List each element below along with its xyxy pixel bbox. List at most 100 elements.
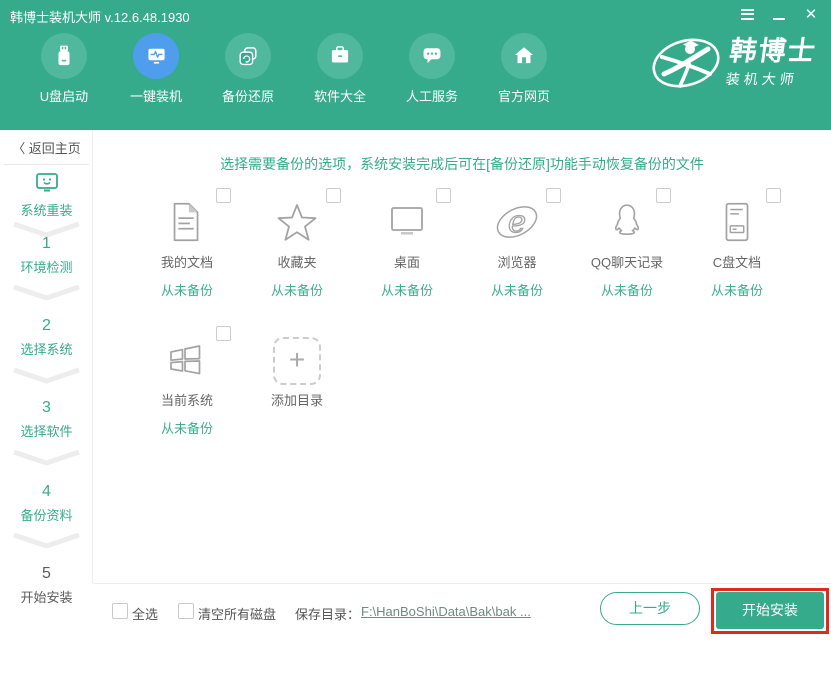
nav-item-customer-service[interactable]: 人工服务	[386, 33, 478, 105]
windows-icon	[137, 335, 237, 385]
backup-item-label: 浏览器	[467, 252, 567, 271]
backup-item-c-drive-docs[interactable]: C盘文档 从未备份	[687, 188, 787, 299]
step-label: 开始安装	[0, 587, 93, 606]
backup-item-current-system[interactable]: 当前系统 从未备份	[137, 326, 237, 437]
back-to-home-link[interactable]: 〈 返回主页	[0, 138, 93, 157]
chevron-down-icon	[11, 533, 82, 549]
sidebar-item-label: 系统重装	[0, 200, 93, 219]
sidebar-step-4-backup-data[interactable]: 4 备份资料	[0, 482, 93, 524]
step-label: 选择软件	[0, 421, 93, 440]
software-library-icon	[317, 33, 363, 79]
sidebar-item-system-reinstall[interactable]: 系统重装	[0, 170, 93, 219]
backup-status: 从未备份	[137, 418, 237, 437]
backup-item-label: QQ聊天记录	[577, 252, 677, 271]
qq-chat-checkbox[interactable]	[656, 188, 671, 203]
nav-label: 人工服务	[406, 86, 458, 105]
save-directory-label: 保存目录：	[295, 604, 360, 623]
start-install-button[interactable]: 开始安装	[716, 592, 824, 629]
nav-label: U盘启动	[40, 86, 88, 105]
sidebar-step-1-environment-check[interactable]: 1 环境检测	[0, 234, 93, 276]
backup-status: 从未备份	[577, 280, 677, 299]
step-number: 5	[0, 564, 93, 583]
one-click-install-icon	[133, 33, 179, 79]
step-number: 2	[0, 316, 93, 335]
step-label: 环境检测	[0, 257, 93, 276]
select-all-label: 全选	[132, 604, 158, 623]
close-icon[interactable]: ✕	[801, 4, 821, 24]
sidebar-step-5-start-install[interactable]: 5 开始安装	[0, 564, 93, 606]
official-website-icon	[501, 33, 547, 79]
add-directory-label: 添加目录	[247, 390, 347, 409]
backup-item-browser[interactable]: e 浏览器 从未备份	[467, 188, 567, 299]
step-label: 备份资料	[0, 505, 93, 524]
sidebar-top-divider	[4, 164, 89, 165]
brand-logo: 韩博士 装机大师	[650, 32, 815, 94]
c-drive-document-icon	[687, 197, 787, 247]
sidebar-step-3-select-software[interactable]: 3 选择软件	[0, 398, 93, 440]
chevron-down-icon	[11, 285, 82, 301]
customer-service-icon	[409, 33, 455, 79]
page-title: 选择需要备份的选项，系统安装完成后可在[备份还原]功能手动恢复备份的文件	[93, 154, 831, 174]
window-title: 韩博士装机大师 v.12.6.48.1930	[10, 7, 190, 26]
backup-status: 从未备份	[467, 280, 567, 299]
system-reinstall-icon	[0, 170, 93, 196]
backup-item-label: 收藏夹	[247, 252, 347, 271]
nav-item-software-library[interactable]: 软件大全	[294, 33, 386, 105]
nav-item-one-click-install[interactable]: 一键装机	[110, 33, 202, 105]
save-directory-path-link[interactable]: F:\HanBoShi\Data\Bak\bak ...	[361, 604, 531, 619]
nav-item-backup-restore[interactable]: 备份还原	[202, 33, 294, 105]
desktop-checkbox[interactable]	[436, 188, 451, 203]
backup-item-favorites[interactable]: 收藏夹 从未备份	[247, 188, 347, 299]
step-number: 1	[0, 234, 93, 253]
backup-item-my-documents[interactable]: 我的文档 从未备份	[137, 188, 237, 299]
window-controls: ✕	[737, 4, 821, 24]
desktop-icon	[357, 197, 457, 247]
add-directory-item[interactable]: + 添加目录	[247, 326, 347, 409]
favorites-checkbox[interactable]	[326, 188, 341, 203]
backup-item-desktop[interactable]: 桌面 从未备份	[357, 188, 457, 299]
brand-logo-icon	[650, 32, 722, 94]
chevron-down-icon	[11, 450, 82, 466]
my-documents-checkbox[interactable]	[216, 188, 231, 203]
step-number: 3	[0, 398, 93, 417]
backup-item-label: 桌面	[357, 252, 457, 271]
nav-label: 官方网页	[498, 86, 550, 105]
clear-all-disks-label: 清空所有磁盘	[198, 604, 276, 623]
footer-divider	[93, 583, 831, 584]
document-icon	[137, 197, 237, 247]
nav-item-official-website[interactable]: 官方网页	[478, 33, 570, 105]
backup-item-label: 当前系统	[137, 390, 237, 409]
backup-status: 从未备份	[247, 280, 347, 299]
clear-all-disks-checkbox[interactable]	[178, 603, 194, 619]
nav-label: 一键装机	[130, 86, 182, 105]
backup-restore-icon	[225, 33, 271, 79]
c-drive-docs-checkbox[interactable]	[766, 188, 781, 203]
main-nav: U盘启动 一键装机 备份还原	[18, 33, 570, 105]
chevron-down-icon	[11, 368, 82, 384]
app-header: 韩博士装机大师 v.12.6.48.1930 ✕ U盘启动	[0, 0, 831, 130]
select-all-checkbox[interactable]	[112, 603, 128, 619]
sidebar-step-2-select-system[interactable]: 2 选择系统	[0, 316, 93, 358]
backup-selection-panel: 选择需要备份的选项，系统安装完成后可在[备份还原]功能手动恢复备份的文件 我的文…	[93, 130, 831, 648]
previous-step-button[interactable]: 上一步	[600, 592, 700, 625]
backup-status: 从未备份	[137, 280, 237, 299]
browser-checkbox[interactable]	[546, 188, 561, 203]
minimize-icon[interactable]	[769, 4, 789, 24]
nav-label: 备份还原	[222, 86, 274, 105]
backup-item-label: C盘文档	[687, 252, 787, 271]
usb-drive-icon	[41, 33, 87, 79]
ie-browser-icon: e	[467, 197, 567, 247]
nav-item-usb-boot[interactable]: U盘启动	[18, 33, 110, 105]
backup-status: 从未备份	[357, 280, 457, 299]
backup-status: 从未备份	[687, 280, 787, 299]
brand-name: 韩博士	[728, 38, 819, 65]
svg-text:e: e	[508, 204, 526, 240]
qq-icon	[577, 197, 677, 247]
star-icon	[247, 197, 347, 247]
current-system-checkbox[interactable]	[216, 326, 231, 341]
backup-item-qq-chat[interactable]: QQ聊天记录 从未备份	[577, 188, 677, 299]
menu-icon[interactable]	[737, 4, 757, 24]
step-label: 选择系统	[0, 339, 93, 358]
plus-icon: +	[289, 346, 305, 374]
add-directory-icon[interactable]: +	[273, 337, 321, 385]
